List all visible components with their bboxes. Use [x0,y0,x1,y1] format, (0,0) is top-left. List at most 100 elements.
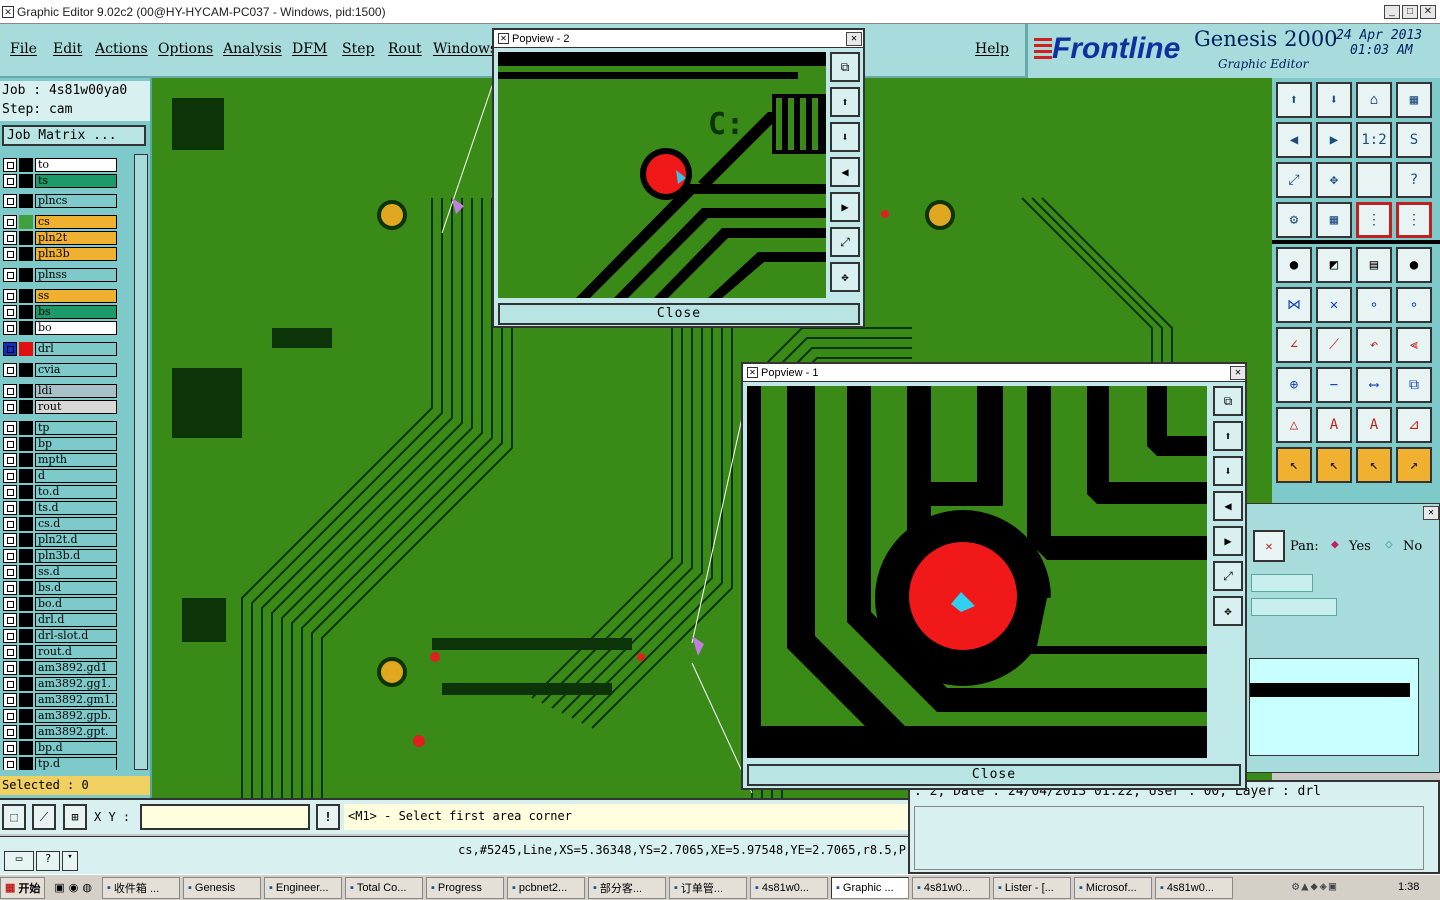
taskbar-item[interactable]: ▪ Lister - [... [993,876,1071,899]
quicklaunch-icons[interactable]: ▣◉◍ [54,881,96,894]
layer-name[interactable]: ss.d [35,565,117,579]
circle-icon[interactable]: ● [1396,247,1432,283]
layer-checkbox[interactable] [3,469,17,483]
pointer-icon[interactable]: ↖ [1276,447,1312,483]
taskbar-item[interactable]: ▪ Total Co... [345,876,423,899]
layer-color-swatch[interactable] [19,453,33,467]
popview-pan-down-icon[interactable]: ⬇ [830,122,860,152]
layer-checkbox[interactable] [3,501,17,515]
popview-1-close-button[interactable]: Close [747,764,1241,786]
taskbar-item[interactable]: ▪ 4s81w0... [1155,876,1233,899]
layer-row[interactable]: ts [3,174,117,188]
layer-row[interactable]: pln3b [3,247,117,261]
layer-name[interactable]: plnss [35,268,117,282]
layer-row[interactable]: plnss [3,268,117,282]
pan-dialog-close-icon[interactable]: ✕ [1423,506,1439,520]
popview-zoom-icon[interactable]: ⧉ [1213,386,1243,416]
layer-name[interactable]: bs [35,305,117,319]
layer-row[interactable]: am3892.gm1. [3,693,117,707]
layer-checkbox[interactable] [3,231,17,245]
snap-pointer-icon[interactable]: ↖ [1356,447,1392,483]
layer-name[interactable]: pln3b [35,247,117,261]
pan-right-icon[interactable]: ▶ [1316,122,1352,158]
layer-color-swatch[interactable] [19,757,33,770]
layer-name[interactable]: am3892.gpt. [35,725,117,739]
move-pointer-icon[interactable]: ↗ [1396,447,1432,483]
layer-row[interactable]: rout [3,400,117,414]
layer-name[interactable]: tp.d [35,757,117,770]
maximize-button[interactable]: □ [1402,4,1418,19]
layer-row[interactable]: am3892.gg1. [3,677,117,691]
layer-color-swatch[interactable] [19,693,33,707]
popview-fit-icon[interactable]: ⤢ [1213,561,1243,591]
layer-checkbox[interactable] [3,613,17,627]
layer-checkbox[interactable] [3,421,17,435]
layer-name[interactable]: am3892.gg1. [35,677,117,691]
popview-center-icon[interactable]: ✥ [1213,596,1243,626]
menu-windows[interactable]: Windows [433,41,497,57]
layer-checkbox[interactable] [3,709,17,723]
start-button[interactable]: ▦ 开始 [0,876,46,899]
layer-name[interactable]: am3892.gm1. [35,693,117,707]
layer-checkbox[interactable] [3,677,17,691]
layer-checkbox[interactable] [3,174,17,188]
minimize-button[interactable]: _ [1384,4,1400,19]
fit-icon[interactable]: ⤢ [1276,162,1312,198]
layer-color-swatch[interactable] [19,215,33,229]
dialog-field-1[interactable] [1251,574,1313,592]
layer-color-swatch[interactable] [19,289,33,303]
layer-color-swatch[interactable] [19,469,33,483]
layer-color-swatch[interactable] [19,384,33,398]
layer-color-swatch[interactable] [19,437,33,451]
popview-2-canvas[interactable]: C: [498,52,826,298]
layer-checkbox[interactable] [3,517,17,531]
center-icon[interactable]: ✥ [1316,162,1352,198]
layer-row[interactable]: drl [3,342,117,356]
taskbar-item[interactable]: ▪ 4s81w0... [750,876,828,899]
dropdown-icon[interactable]: ▾ [62,851,78,871]
layer-color-swatch[interactable] [19,597,33,611]
layer-name[interactable]: plncs [35,194,117,208]
layer-checkbox[interactable] [3,645,17,659]
layer-row[interactable]: am3892.gpb. [3,709,117,723]
layer-name[interactable]: pln2t [35,231,117,245]
layer-row[interactable]: bs [3,305,117,319]
layer-checkbox[interactable] [3,581,17,595]
popview-center-icon[interactable]: ✥ [830,262,860,292]
arc-tool-icon[interactable]: △ [1276,407,1312,443]
layer-color-swatch[interactable] [19,517,33,531]
layer-name[interactable]: mpth [35,453,117,467]
layer-color-swatch[interactable] [19,247,33,261]
layer-color-swatch[interactable] [19,421,33,435]
layer-checkbox[interactable] [3,629,17,643]
layer-row[interactable]: bo [3,321,117,335]
alert-icon[interactable]: ! [316,804,340,830]
taskbar-item[interactable]: ▪ Engineer... [264,876,342,899]
layer-name[interactable]: tp [35,421,117,435]
measure-icon[interactable]: ⟷ [1356,367,1392,403]
layer-color-swatch[interactable] [19,741,33,755]
layer-row[interactable]: drl-slot.d [3,629,117,643]
layer-name[interactable]: rout [35,400,117,414]
popview-fit-icon[interactable]: ⤢ [830,227,860,257]
draw-icon[interactable]: ◩ [1316,247,1352,283]
layer-name[interactable]: ldi [35,384,117,398]
popview-pan-left-icon[interactable]: ◀ [830,157,860,187]
menu-analysis[interactable]: Analysis [223,41,282,57]
zoom-window-icon[interactable]: ▦ [1396,82,1432,118]
layer-checkbox[interactable] [3,437,17,451]
layer-name[interactable]: am3892.gd1 [35,661,117,675]
layer-name[interactable]: bp.d [35,741,117,755]
layer-row[interactable]: ss [3,289,117,303]
layer-name[interactable]: to [35,158,117,172]
pan-no-radio[interactable]: ◇ [1385,537,1393,552]
layer-row[interactable]: pln2t [3,231,117,245]
layer-checkbox[interactable] [3,549,17,563]
layer-row[interactable]: plncs [3,194,117,208]
xy-input[interactable] [140,804,310,830]
layer-checkbox[interactable] [3,725,17,739]
taskbar-item[interactable]: ▪ 4s81w0... [912,876,990,899]
layer-color-swatch[interactable] [19,321,33,335]
popview-pan-up-icon[interactable]: ⬆ [830,87,860,117]
popview-pan-left-icon[interactable]: ◀ [1213,491,1243,521]
